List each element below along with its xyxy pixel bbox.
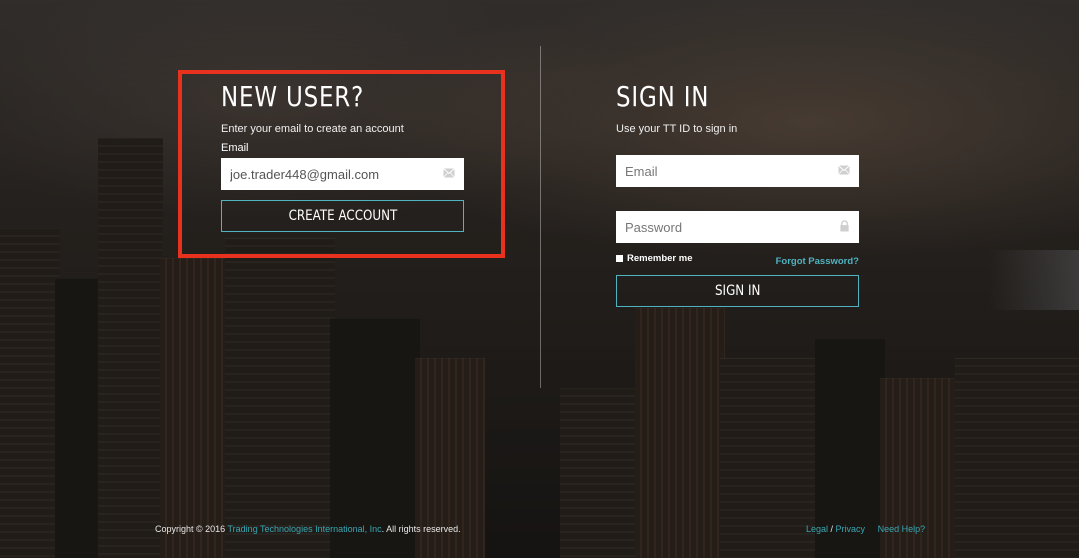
footer-links: Legal / Privacy Need Help? [806, 524, 925, 534]
remember-checkbox[interactable] [616, 255, 623, 262]
sign-in-password-field [616, 211, 859, 243]
sign-in-subtext: Use your TT ID to sign in [616, 123, 738, 135]
company-link[interactable]: Trading Technologies International, Inc [228, 524, 382, 534]
copyright-suffix: . All rights reserved. [381, 524, 461, 534]
password-input[interactable] [616, 211, 859, 243]
panel-divider [540, 46, 541, 388]
remember-label: Remember me [627, 253, 693, 264]
need-help-link[interactable]: Need Help? [878, 524, 926, 534]
sign-in-button[interactable]: SIGN IN [616, 275, 859, 307]
forgot-password-link[interactable]: Forgot Password? [776, 256, 859, 267]
sign-in-button-label: SIGN IN [714, 283, 761, 299]
copyright-prefix: Copyright © 2016 [155, 524, 228, 534]
highlight-box [178, 70, 505, 258]
remember-row: Remember me Forgot Password? [616, 252, 859, 267]
lock-icon [840, 220, 849, 232]
sign-in-email-field [616, 155, 859, 187]
copyright: Copyright © 2016 Trading Technologies In… [155, 524, 461, 534]
envelope-icon [838, 165, 850, 175]
sign-in-email-input[interactable] [616, 155, 859, 187]
sign-in-panel: SIGN IN Use your TT ID to sign in Rememb… [616, 80, 859, 307]
legal-link[interactable]: Legal [806, 524, 828, 534]
privacy-link[interactable]: Privacy [836, 524, 866, 534]
footer-separator: / [828, 524, 836, 534]
sign-in-heading: SIGN IN [616, 80, 710, 113]
